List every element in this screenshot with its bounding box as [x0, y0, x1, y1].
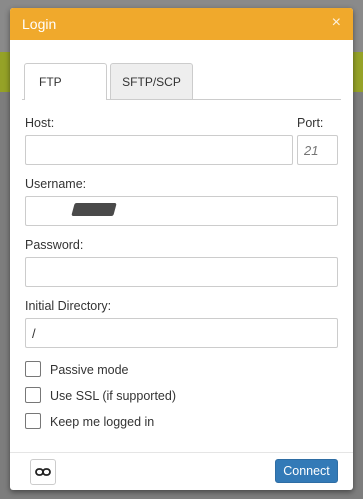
initial-directory-label: Initial Directory: [25, 299, 112, 313]
use-ssl-checkbox[interactable] [25, 387, 41, 403]
redacted-username [71, 203, 117, 216]
footer-divider [10, 452, 353, 453]
password-label: Password: [25, 238, 84, 252]
initial-directory-input[interactable] [25, 318, 338, 348]
passive-mode-label: Passive mode [50, 363, 129, 377]
tab-sftp-label: SFTP/SCP [122, 75, 181, 89]
tab-ftp-label: FTP [39, 75, 62, 89]
protocol-tabs: FTP SFTP/SCP [10, 40, 353, 100]
tab-ftp[interactable]: FTP [24, 63, 107, 100]
keep-logged-in-checkbox[interactable] [25, 413, 41, 429]
username-label: Username: [25, 177, 87, 191]
host-label: Host: [25, 116, 55, 130]
link-button[interactable] [30, 459, 56, 485]
tab-sftp-scp[interactable]: SFTP/SCP [110, 63, 193, 99]
host-input[interactable] [25, 135, 293, 165]
close-icon[interactable]: × [332, 14, 341, 32]
use-ssl-label: Use SSL (if supported) [50, 389, 176, 403]
passive-mode-checkbox[interactable] [25, 361, 41, 377]
port-label: Port: [297, 116, 324, 130]
login-dialog: Login × FTP SFTP/SCP Host: Port: Usernam… [10, 8, 353, 490]
dialog-title: Login [22, 16, 57, 32]
keep-logged-in-label: Keep me logged in [50, 415, 155, 429]
password-input[interactable] [25, 257, 338, 287]
link-icon [35, 468, 51, 476]
port-input[interactable] [297, 135, 338, 165]
dialog-header: Login × [10, 8, 353, 40]
connect-button[interactable]: Connect [275, 459, 338, 483]
